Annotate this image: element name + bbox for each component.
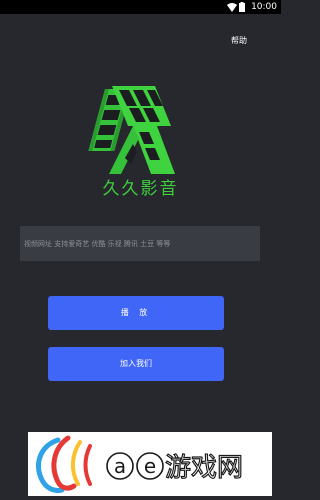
svg-text:游戏网: 游戏网	[165, 453, 243, 483]
wifi-icon	[227, 3, 237, 12]
svg-text:a: a	[114, 454, 126, 478]
status-time: 10:00	[251, 2, 277, 12]
app-title: 久久影音	[102, 179, 179, 199]
battery-icon	[239, 2, 245, 12]
status-bar: 10:00	[0, 0, 281, 14]
play-button[interactable]: 播 放	[48, 296, 224, 330]
app-logo	[88, 86, 175, 174]
join-us-button[interactable]: 加入我们	[48, 347, 224, 381]
video-url-input[interactable]	[20, 226, 260, 261]
help-link[interactable]: 帮助	[231, 35, 247, 47]
watermark-graphic: a e 游戏网	[36, 435, 244, 493]
watermark-logo: a e 游戏网	[28, 432, 272, 496]
svg-text:e: e	[144, 454, 156, 478]
